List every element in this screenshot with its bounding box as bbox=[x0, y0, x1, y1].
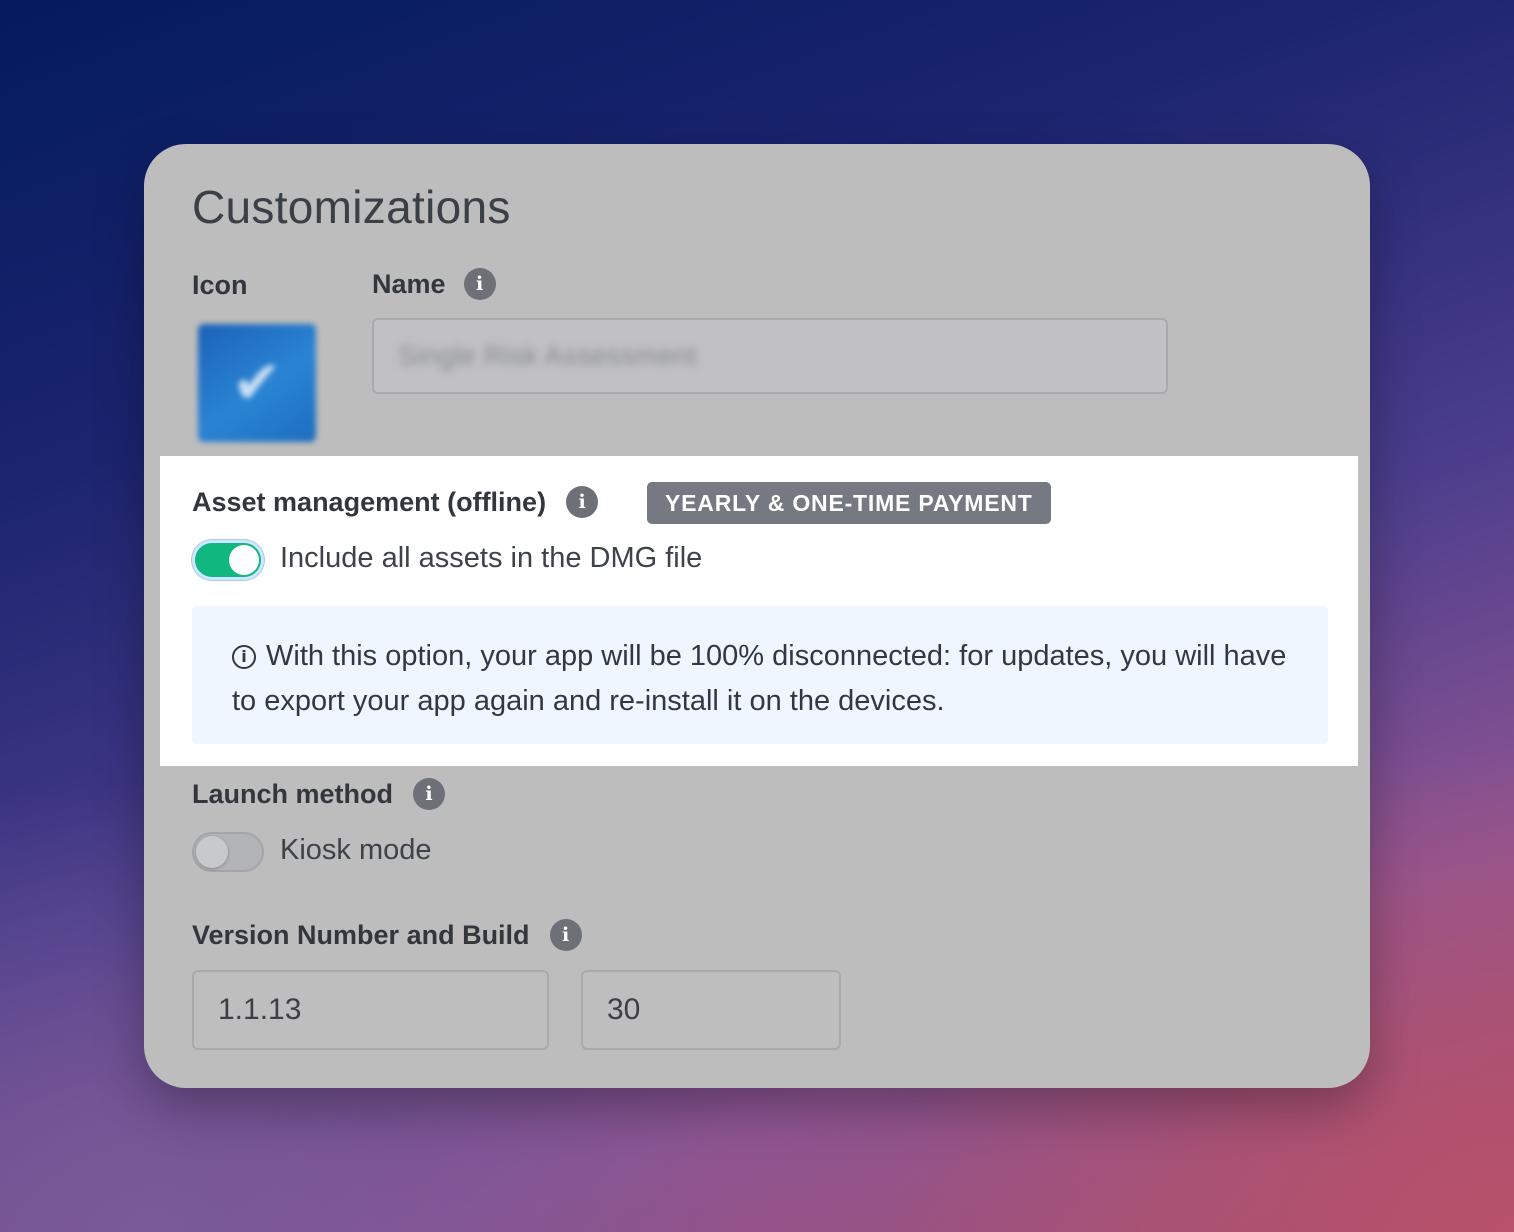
name-input[interactable]: Single Risk Assessment bbox=[372, 318, 1168, 394]
app-icon-image[interactable]: ✔ bbox=[198, 324, 316, 442]
include-assets-toggle[interactable] bbox=[192, 540, 264, 580]
version-number-input[interactable]: 1.1.13 bbox=[192, 970, 549, 1050]
info-icon[interactable]: i bbox=[463, 268, 496, 300]
offline-info-note: i With this option, your app will be 100%… bbox=[192, 606, 1328, 744]
kiosk-mode-label: Kiosk mode bbox=[280, 834, 432, 866]
version-number-value: 1.1.13 bbox=[218, 993, 302, 1026]
version-label: Version Number and Build i bbox=[192, 919, 582, 951]
checkmark-icon: ✔ bbox=[231, 349, 283, 416]
info-icon[interactable]: i bbox=[549, 919, 582, 951]
info-circle-icon: i bbox=[232, 644, 256, 669]
name-label: Name i bbox=[372, 268, 496, 300]
version-label-text: Version Number and Build bbox=[192, 919, 530, 950]
asset-management-label: Asset management (offline) i bbox=[192, 486, 599, 518]
build-number-value: 30 bbox=[607, 993, 641, 1026]
name-input-value: Single Risk Assessment bbox=[398, 340, 697, 371]
include-assets-label: Include all assets in the DMG file bbox=[280, 542, 703, 574]
page-title: Customizations bbox=[192, 181, 511, 233]
asset-management-label-text: Asset management (offline) bbox=[192, 486, 547, 517]
info-icon[interactable]: i bbox=[566, 486, 599, 518]
plan-badge: YEARLY & ONE-TIME PAYMENT bbox=[647, 482, 1051, 524]
launch-method-label: Launch method i bbox=[192, 778, 445, 810]
icon-label: Icon bbox=[192, 270, 248, 301]
offline-info-text: With this option, your app will be 100% … bbox=[232, 640, 1287, 717]
customizations-card: Customizations Icon ✔ Name i Single Risk… bbox=[144, 144, 1370, 1088]
info-icon[interactable]: i bbox=[413, 778, 445, 810]
launch-method-label-text: Launch method bbox=[192, 778, 393, 809]
toggle-knob bbox=[229, 545, 259, 575]
name-label-text: Name bbox=[372, 268, 446, 299]
build-number-input[interactable]: 30 bbox=[581, 970, 841, 1050]
kiosk-mode-toggle[interactable] bbox=[192, 832, 264, 872]
icon-label-text: Icon bbox=[192, 270, 248, 300]
asset-management-section: Asset management (offline) i YEARLY & ON… bbox=[160, 456, 1358, 766]
toggle-knob bbox=[196, 836, 228, 868]
